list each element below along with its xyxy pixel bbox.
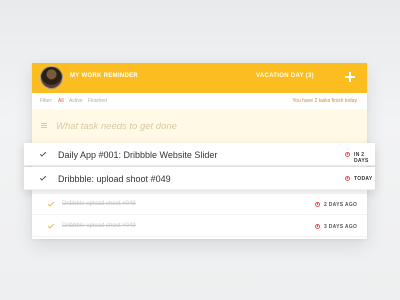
app-header: MY WORK REMINDER VACATION DAY (3) [32, 63, 367, 93]
filter-label: Filter: [40, 98, 53, 104]
task-item[interactable]: Daily App #001: Dribbble Website Slider … [24, 143, 375, 166]
task-item[interactable]: Dribbble: upload shoot #049 TODAY [24, 167, 375, 190]
clock-icon [315, 224, 320, 229]
app-title: MY WORK REMINDER [70, 73, 139, 79]
check-icon[interactable] [47, 222, 55, 229]
clock-icon [345, 152, 350, 157]
plus-icon[interactable] [341, 68, 359, 86]
new-task-row [32, 109, 367, 143]
remaining-tasks-note: You have 2 tasks finish today [292, 98, 357, 104]
filter-all[interactable]: All [58, 98, 64, 104]
filter-active[interactable]: Active [69, 98, 83, 104]
new-task-input[interactable] [56, 119, 346, 133]
task-title: Dribbble: upload shoot #049 [58, 174, 171, 184]
clock-icon [345, 176, 350, 181]
clock-icon [315, 202, 320, 207]
avatar[interactable] [40, 66, 63, 89]
task-due: IN 2 DAYS [354, 152, 369, 164]
reminder-card: MY WORK REMINDER VACATION DAY (3) Filter… [24, 63, 375, 239]
filter-bar: Filter: All Active Finished You have 2 t… [32, 93, 367, 109]
task-item-completed[interactable]: Dribbble-upload shoot #049 2 DAYS AGO [32, 194, 367, 215]
task-due: TODAY [354, 176, 373, 182]
task-title: Daily App #001: Dribbble Website Slider [58, 150, 218, 160]
task-due: 3 DAYS AGO [324, 224, 358, 230]
vacation-day-label[interactable]: VACATION DAY (3) [256, 73, 314, 79]
filter-finished[interactable]: Finished [88, 98, 107, 104]
check-icon[interactable] [39, 150, 47, 157]
list-icon [41, 123, 47, 128]
task-title: Dribbble-upload shoot #049 [62, 223, 136, 229]
task-item-completed[interactable]: Dribbble-upload shoot #049 3 DAYS AGO [32, 216, 367, 237]
check-icon[interactable] [39, 174, 47, 181]
task-due: 2 DAYS AGO [324, 202, 358, 208]
check-icon[interactable] [47, 200, 55, 207]
task-title: Dribbble-upload shoot #049 [62, 201, 136, 207]
